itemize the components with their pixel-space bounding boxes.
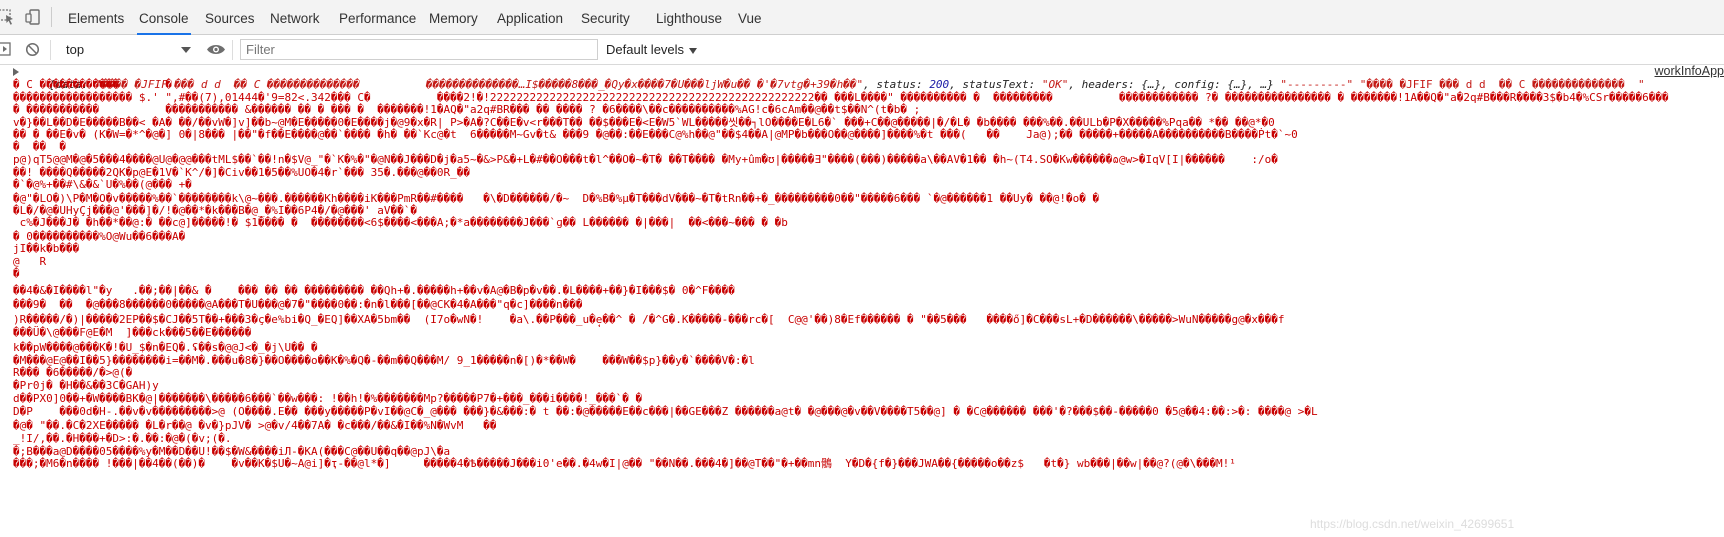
watermark: https://blog.csdn.net/weixin_42699651 bbox=[1310, 517, 1515, 531]
console-output-line: �@� "��.�C�2XE����� �L�r��@ �v�}pJV� >@�… bbox=[13, 419, 497, 432]
console-output[interactable]: {data: "���� �JFIF ��� d d �� C ��������… bbox=[0, 65, 1724, 537]
tab-application[interactable]: Application bbox=[497, 0, 563, 34]
console-output-line: ���;�M6�n���� !���|��4��(��)� �v��K�$U�~… bbox=[13, 457, 1236, 470]
toolbar-divider bbox=[50, 40, 51, 60]
tab-network[interactable]: Network bbox=[270, 0, 320, 34]
chevron-down-icon bbox=[689, 47, 698, 54]
console-output-line: � bbox=[13, 267, 20, 280]
console-output-line: ���9� �� �@���8������0�����@A���T�U���@�… bbox=[13, 298, 583, 311]
tabbar-divider bbox=[51, 7, 52, 27]
console-output-line: )R�����/�)|�����2EP��$�CJ��5T��+���3�ç�e… bbox=[13, 313, 1285, 326]
console-output-line: ���Ü�\@���F@E�M ]���ck���5��E������ bbox=[13, 326, 252, 339]
filter-field[interactable] bbox=[240, 39, 598, 60]
log-object-suffix: , headers: {…}, config: {…}, …} bbox=[1068, 77, 1281, 91]
log-levels-label: Default levels bbox=[606, 42, 685, 57]
console-output-line: � �� � bbox=[13, 140, 66, 153]
console-output-line: �`�@%+��#\&�&`U�%��(@��� +� bbox=[13, 178, 192, 191]
log-status-value: 200 bbox=[929, 77, 950, 91]
filter-input[interactable] bbox=[241, 40, 597, 59]
clear-console-icon[interactable] bbox=[25, 42, 40, 57]
log-data-value: "���� �JFIF ��� d d �� C �������������� … bbox=[94, 77, 864, 91]
console-output-line: D�P ���0d�H-.��v�v���������>@ (O����.E��… bbox=[13, 405, 1318, 418]
console-output-line: c%�J���J� �h��*��@:� ��c@]�����!� $1����… bbox=[13, 216, 788, 229]
console-output-line: p@)qT5@@M�@�5���4����@U@�@@���tML$��`��!… bbox=[13, 153, 1278, 166]
show-sidebar-icon[interactable] bbox=[0, 42, 11, 56]
console-output-line: �� � ��E�v� (K�W=�*^�@�] 0�|8��� |��"�f�… bbox=[13, 128, 1298, 141]
console-output-line: _!I/,��.�H���+�D>:�.��:�@�(�v;(�. bbox=[13, 432, 232, 445]
tab-console[interactable]: Console bbox=[137, 0, 191, 35]
tab-vue[interactable]: Vue bbox=[738, 0, 762, 34]
tab-memory[interactable]: Memory bbox=[429, 0, 478, 34]
log-string-arg: "---------" "���� �JFIF ��� d d �� C ���… bbox=[1280, 77, 1645, 91]
inspect-element-icon[interactable] bbox=[0, 8, 16, 26]
console-output-line: � C ������������ � bbox=[13, 78, 172, 91]
source-link[interactable]: workInfoApp bbox=[1648, 65, 1724, 78]
toolbar-divider bbox=[232, 40, 233, 60]
chevron-down-icon bbox=[181, 47, 191, 53]
device-toolbar-icon[interactable] bbox=[24, 8, 42, 26]
tab-sources[interactable]: Sources bbox=[205, 0, 255, 34]
console-output-line: ��4�&�I����l"�y .��;��|��& � ��� �� �� �… bbox=[13, 284, 735, 297]
console-output-line: jI��k�b��� bbox=[13, 242, 80, 255]
context-selector[interactable]: top bbox=[60, 39, 210, 60]
console-output-line: d��PX0]0��+�W����BK�@|�������\�����6���`… bbox=[13, 392, 643, 405]
console-output-line: � ����������� ����������� &������ �� � �… bbox=[13, 103, 921, 116]
console-output-line: k��pW����@���K�!�U_$�n�EQ�.ʢ��s�@@J<�_�j… bbox=[13, 341, 318, 354]
tab-lighthouse[interactable]: Lighthouse bbox=[656, 0, 722, 34]
live-expression-eye-icon[interactable] bbox=[206, 43, 226, 56]
devtools-tabbar: Elements Console Sources Network Perform… bbox=[0, 0, 1724, 35]
log-levels-dropdown[interactable]: Default levels bbox=[606, 42, 698, 57]
tab-performance[interactable]: Performance bbox=[339, 0, 416, 34]
tab-elements[interactable]: Elements bbox=[68, 0, 124, 34]
console-output-line: R��� �6�����/�>@(� bbox=[13, 366, 133, 379]
tab-security[interactable]: Security bbox=[581, 0, 630, 34]
console-output-line: �Pr0j� �H��&��3C�GAH)y bbox=[13, 379, 159, 392]
log-status-text-key: , statusText: bbox=[949, 77, 1042, 91]
context-selector-value: top bbox=[66, 42, 85, 57]
log-status-key: , status: bbox=[863, 77, 930, 91]
log-status-text-value: "OK" bbox=[1041, 77, 1069, 91]
expand-object-icon[interactable] bbox=[13, 68, 19, 76]
console-toolbar: top Default levels bbox=[0, 35, 1724, 65]
